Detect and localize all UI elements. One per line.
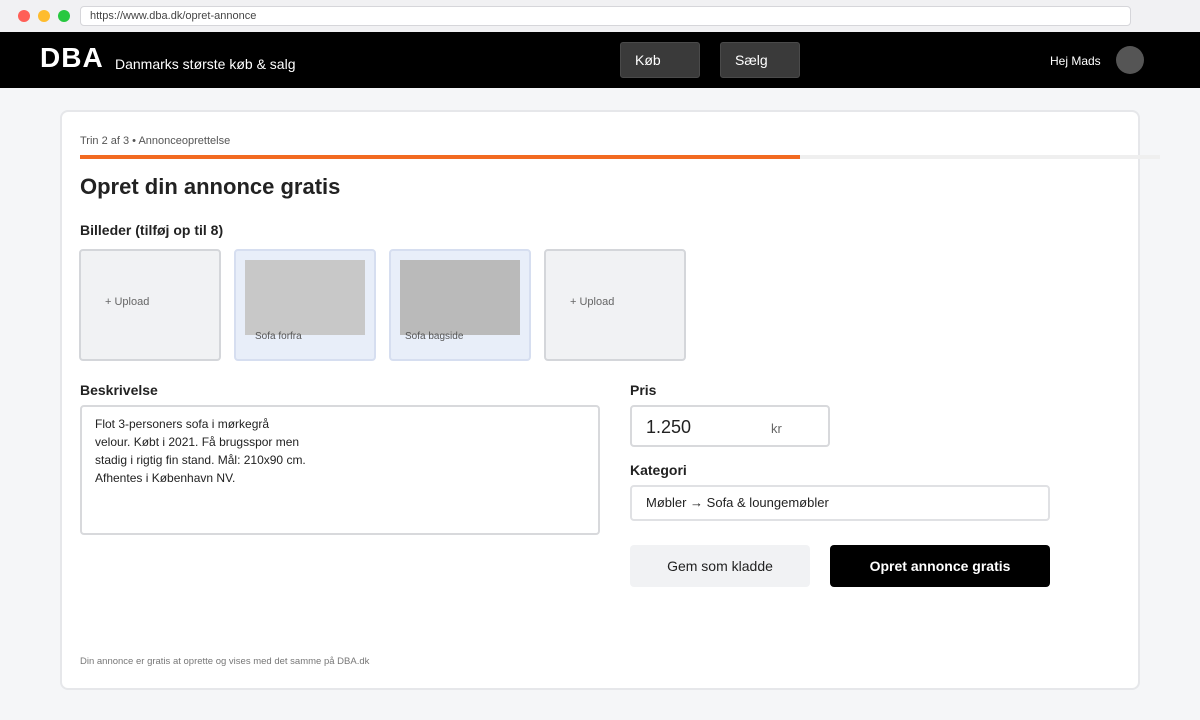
image-upload-slot-1[interactable]: + Upload (79, 249, 221, 361)
user-greeting: Hej Mads (1050, 54, 1101, 68)
footnote: Din annonce er gratis at oprette og vise… (80, 656, 370, 667)
nav-buy-button[interactable]: Køb (620, 42, 700, 78)
user-avatar[interactable] (1116, 46, 1144, 74)
category-select[interactable]: Møbler → Sofa & loungemøbler (630, 485, 1050, 521)
image-thumbnail (245, 260, 365, 335)
description-textarea[interactable]: Flot 3-personers sofa i mørkegrå velour.… (80, 405, 600, 535)
step-indicator: Trin 2 af 3 • Annonceoprettelse (80, 135, 231, 147)
site-header: DBA Danmarks største køb & salg Køb Sælg… (0, 32, 1200, 88)
progress-bar-fill (80, 155, 800, 159)
description-label: Beskrivelse (80, 382, 158, 398)
price-input[interactable]: 1.250 kr (630, 405, 830, 447)
upload-text: + Upload (570, 296, 615, 308)
image-thumbnail (400, 260, 520, 335)
address-bar[interactable]: https://www.dba.dk/opret-annonce (80, 6, 1131, 26)
save-draft-button[interactable]: Gem som kladde (630, 545, 810, 587)
description-line: stadig i rigtig fin stand. Mål: 210x90 c… (95, 453, 306, 467)
price-label: Pris (630, 382, 657, 398)
image-tile-sofa-front[interactable]: Sofa forfra (234, 249, 376, 361)
create-listing-button[interactable]: Opret annonce gratis (830, 545, 1050, 587)
upload-text: + Upload (105, 296, 150, 308)
nav-sell-button[interactable]: Sælg (720, 42, 800, 78)
price-currency: kr (771, 421, 782, 436)
page-title: Opret din annonce gratis (80, 174, 341, 199)
description-line: velour. Købt i 2021. Få brugsspor men (95, 435, 300, 449)
image-caption: Sofa forfra (255, 331, 302, 342)
description-line: Afhentes i København NV. (95, 471, 236, 485)
progress-bar (80, 155, 1160, 159)
image-upload-slot-2[interactable]: + Upload (544, 249, 686, 361)
window-maximize-dot[interactable] (58, 10, 70, 22)
image-tile-sofa-back[interactable]: Sofa bagside (389, 249, 531, 361)
window-minimize-dot[interactable] (38, 10, 50, 22)
category-label: Kategori (630, 462, 687, 478)
price-value: 1.250 (646, 417, 692, 437)
dba-logo[interactable]: DBA (40, 42, 104, 74)
browser-chrome: https://www.dba.dk/opret-annonce (0, 0, 1200, 32)
window-close-dot[interactable] (18, 10, 30, 22)
images-label: Billeder (tilføj op til 8) (80, 222, 224, 238)
site-tagline: Danmarks største køb & salg (115, 56, 296, 72)
image-caption: Sofa bagside (405, 331, 464, 342)
description-line: Flot 3-personers sofa i mørkegrå (95, 417, 270, 431)
